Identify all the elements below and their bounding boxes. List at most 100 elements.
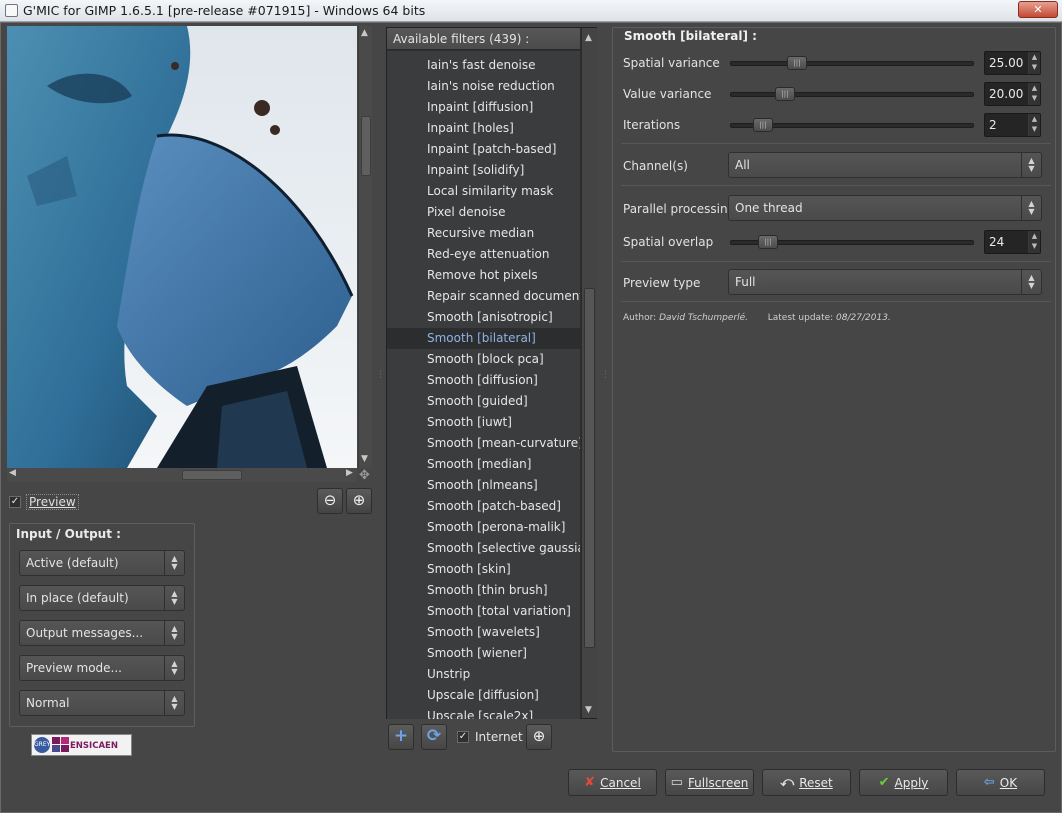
- spin-arrows-icon[interactable]: ▲ ▼: [1028, 231, 1040, 253]
- filter-list-item[interactable]: Unstrip: [387, 664, 580, 685]
- filters-header[interactable]: Available filters (439) :: [387, 28, 580, 50]
- preview-hscroll-thumb[interactable]: [182, 470, 242, 480]
- filter-list-item[interactable]: Remove hot pixels: [387, 265, 580, 286]
- preview-vertical-scrollbar[interactable]: ▲ ▼: [358, 26, 372, 468]
- spatial-variance-slider[interactable]: |||: [730, 56, 974, 70]
- ok-button[interactable]: ⇦ OK: [956, 769, 1045, 796]
- filter-list-item[interactable]: Smooth [patch-based]: [387, 496, 580, 517]
- spin-arrows-icon[interactable]: ▲ ▼: [1028, 52, 1040, 74]
- filter-list-item[interactable]: Smooth [wavelets]: [387, 622, 580, 643]
- slider-handle[interactable]: |||: [753, 118, 773, 132]
- value-variance-spinbox[interactable]: 20.00 ▲ ▼: [984, 82, 1041, 106]
- filter-list-item[interactable]: Recursive median: [387, 223, 580, 244]
- cancel-button[interactable]: ✘ Cancel: [568, 769, 657, 796]
- filter-list-item[interactable]: Smooth [perona-malik]: [387, 517, 580, 538]
- filter-list-item[interactable]: Smooth [wiener]: [387, 643, 580, 664]
- filter-list-item[interactable]: Smooth [total variation]: [387, 601, 580, 622]
- parallel-processing-select[interactable]: One thread ▲ ▼: [728, 195, 1042, 221]
- chevron-updown-icon: ▲ ▼: [164, 656, 184, 680]
- scroll-up-icon[interactable]: ▲: [585, 33, 592, 43]
- filter-list-item[interactable]: Inpaint [solidify]: [387, 160, 580, 181]
- filter-list-item[interactable]: Inpaint [patch-based]: [387, 139, 580, 160]
- spatial-overlap-slider[interactable]: |||: [730, 235, 974, 249]
- scroll-down-icon[interactable]: ▼: [585, 705, 592, 715]
- scroll-right-icon[interactable]: ▶: [346, 468, 353, 478]
- spin-arrows-icon[interactable]: ▲ ▼: [1028, 114, 1040, 136]
- filter-list-item[interactable]: Smooth [diffusion]: [387, 370, 580, 391]
- filter-list-item[interactable]: Upscale [diffusion]: [387, 685, 580, 706]
- splitter-handle[interactable]: ⋮: [376, 370, 385, 380]
- filter-list-item[interactable]: Pixel denoise: [387, 202, 580, 223]
- filter-list-item[interactable]: Smooth [iuwt]: [387, 412, 580, 433]
- output-messages-select[interactable]: Output messages... ▲ ▼: [19, 620, 185, 646]
- filter-list-item[interactable]: Smooth [bilateral]: [387, 328, 580, 349]
- filter-list-item[interactable]: Smooth [thin brush]: [387, 580, 580, 601]
- spatial-variance-spinbox[interactable]: 25.00 ▲ ▼: [984, 51, 1041, 75]
- preview-type-select[interactable]: Full ▲ ▼: [728, 269, 1042, 295]
- filter-list-item[interactable]: Inpaint [holes]: [387, 118, 580, 139]
- zoom-out-button[interactable]: ⊖: [317, 488, 343, 514]
- filter-list-item[interactable]: Smooth [selective gaussian]: [387, 538, 580, 559]
- preview-image[interactable]: [7, 26, 357, 468]
- parallel-processing-value: One thread: [735, 201, 803, 215]
- refresh-filters-button[interactable]: ⟳: [421, 724, 447, 750]
- internet-checkbox[interactable]: ✓: [457, 731, 469, 743]
- apply-button[interactable]: ✔ Apply: [859, 769, 948, 796]
- internet-label[interactable]: Internet: [475, 730, 523, 744]
- reset-button[interactable]: ⤺ Reset: [762, 769, 851, 796]
- splitter-handle[interactable]: ⋮: [601, 370, 610, 380]
- title-bar: G'MIC for GIMP 1.6.5.1 [pre-release #071…: [0, 0, 1062, 22]
- input-layers-select[interactable]: Active (default) ▲ ▼: [19, 550, 185, 576]
- fullscreen-button[interactable]: ▭ Fullscreen: [665, 769, 754, 796]
- separator: [621, 261, 1051, 262]
- filter-list-item[interactable]: Iain's noise reduction: [387, 76, 580, 97]
- expand-tree-button[interactable]: ⊕: [526, 724, 552, 750]
- internet-toggle[interactable]: ✓ Internet: [457, 730, 523, 744]
- filter-list-item[interactable]: Smooth [skin]: [387, 559, 580, 580]
- filter-list-item[interactable]: Smooth [guided]: [387, 391, 580, 412]
- slider-handle[interactable]: |||: [787, 56, 807, 70]
- reset-icon: ⤺: [780, 775, 795, 790]
- filter-list-item[interactable]: Smooth [median]: [387, 454, 580, 475]
- zoom-in-button[interactable]: ⊕: [346, 488, 372, 514]
- preview-checkbox[interactable]: ✓: [9, 496, 21, 508]
- window-close-button[interactable]: ✕: [1018, 1, 1058, 18]
- move-icon[interactable]: ✥: [359, 468, 370, 483]
- filter-list[interactable]: Iain's fast denoise Iain's noise reductio…: [387, 51, 580, 719]
- output-mode-select[interactable]: In place (default) ▲ ▼: [19, 585, 185, 611]
- preview-size-select[interactable]: Normal ▲ ▼: [19, 690, 185, 716]
- scroll-down-icon[interactable]: ▼: [361, 454, 368, 464]
- preview-vscroll-thumb[interactable]: [361, 116, 371, 176]
- spatial-overlap-spinbox[interactable]: 24 ▲ ▼: [984, 230, 1041, 254]
- spin-arrows-icon[interactable]: ▲ ▼: [1028, 83, 1040, 105]
- filter-list-item[interactable]: Smooth [anisotropic]: [387, 307, 580, 328]
- iterations-slider[interactable]: |||: [730, 118, 974, 132]
- filter-scroll-thumb[interactable]: [584, 288, 595, 648]
- filter-list-item[interactable]: Red-eye attenuation: [387, 244, 580, 265]
- preview-label[interactable]: Preview: [26, 494, 79, 510]
- filter-list-item[interactable]: Smooth [block pca]: [387, 349, 580, 370]
- filter-list-item[interactable]: Iain's fast denoise: [387, 55, 580, 76]
- spatial-overlap-value: 24: [989, 235, 1005, 249]
- scroll-left-icon[interactable]: ◀: [9, 468, 16, 478]
- slider-handle[interactable]: |||: [758, 235, 778, 249]
- filter-list-item[interactable]: Smooth [nlmeans]: [387, 475, 580, 496]
- preview-horizontal-scrollbar[interactable]: ◀ ▶: [7, 468, 357, 482]
- scroll-up-icon[interactable]: ▲: [361, 28, 368, 38]
- iterations-spinbox[interactable]: 2 ▲ ▼: [984, 113, 1041, 137]
- add-favorite-button[interactable]: +: [388, 724, 414, 750]
- input-layers-value: Active (default): [26, 556, 119, 570]
- filter-list-item[interactable]: Repair scanned document: [387, 286, 580, 307]
- filter-list-item[interactable]: Local similarity mask: [387, 181, 580, 202]
- filter-list-item[interactable]: Upscale [scale2x]: [387, 706, 580, 719]
- filter-list-item[interactable]: Inpaint [diffusion]: [387, 97, 580, 118]
- preview-toggle[interactable]: ✓ Preview: [9, 494, 79, 510]
- greyc-ensicaen-logo[interactable]: GREYC ENSICAEN: [31, 734, 132, 756]
- slider-handle[interactable]: |||: [775, 87, 795, 101]
- preview-mode-select[interactable]: Preview mode... ▲ ▼: [19, 655, 185, 681]
- output-mode-value: In place (default): [26, 591, 129, 605]
- filter-list-item[interactable]: Smooth [mean-curvature]: [387, 433, 580, 454]
- value-variance-slider[interactable]: |||: [730, 87, 974, 101]
- filter-list-scrollbar[interactable]: ▲ ▼: [581, 28, 597, 718]
- channels-select[interactable]: All ▲ ▼: [728, 152, 1042, 178]
